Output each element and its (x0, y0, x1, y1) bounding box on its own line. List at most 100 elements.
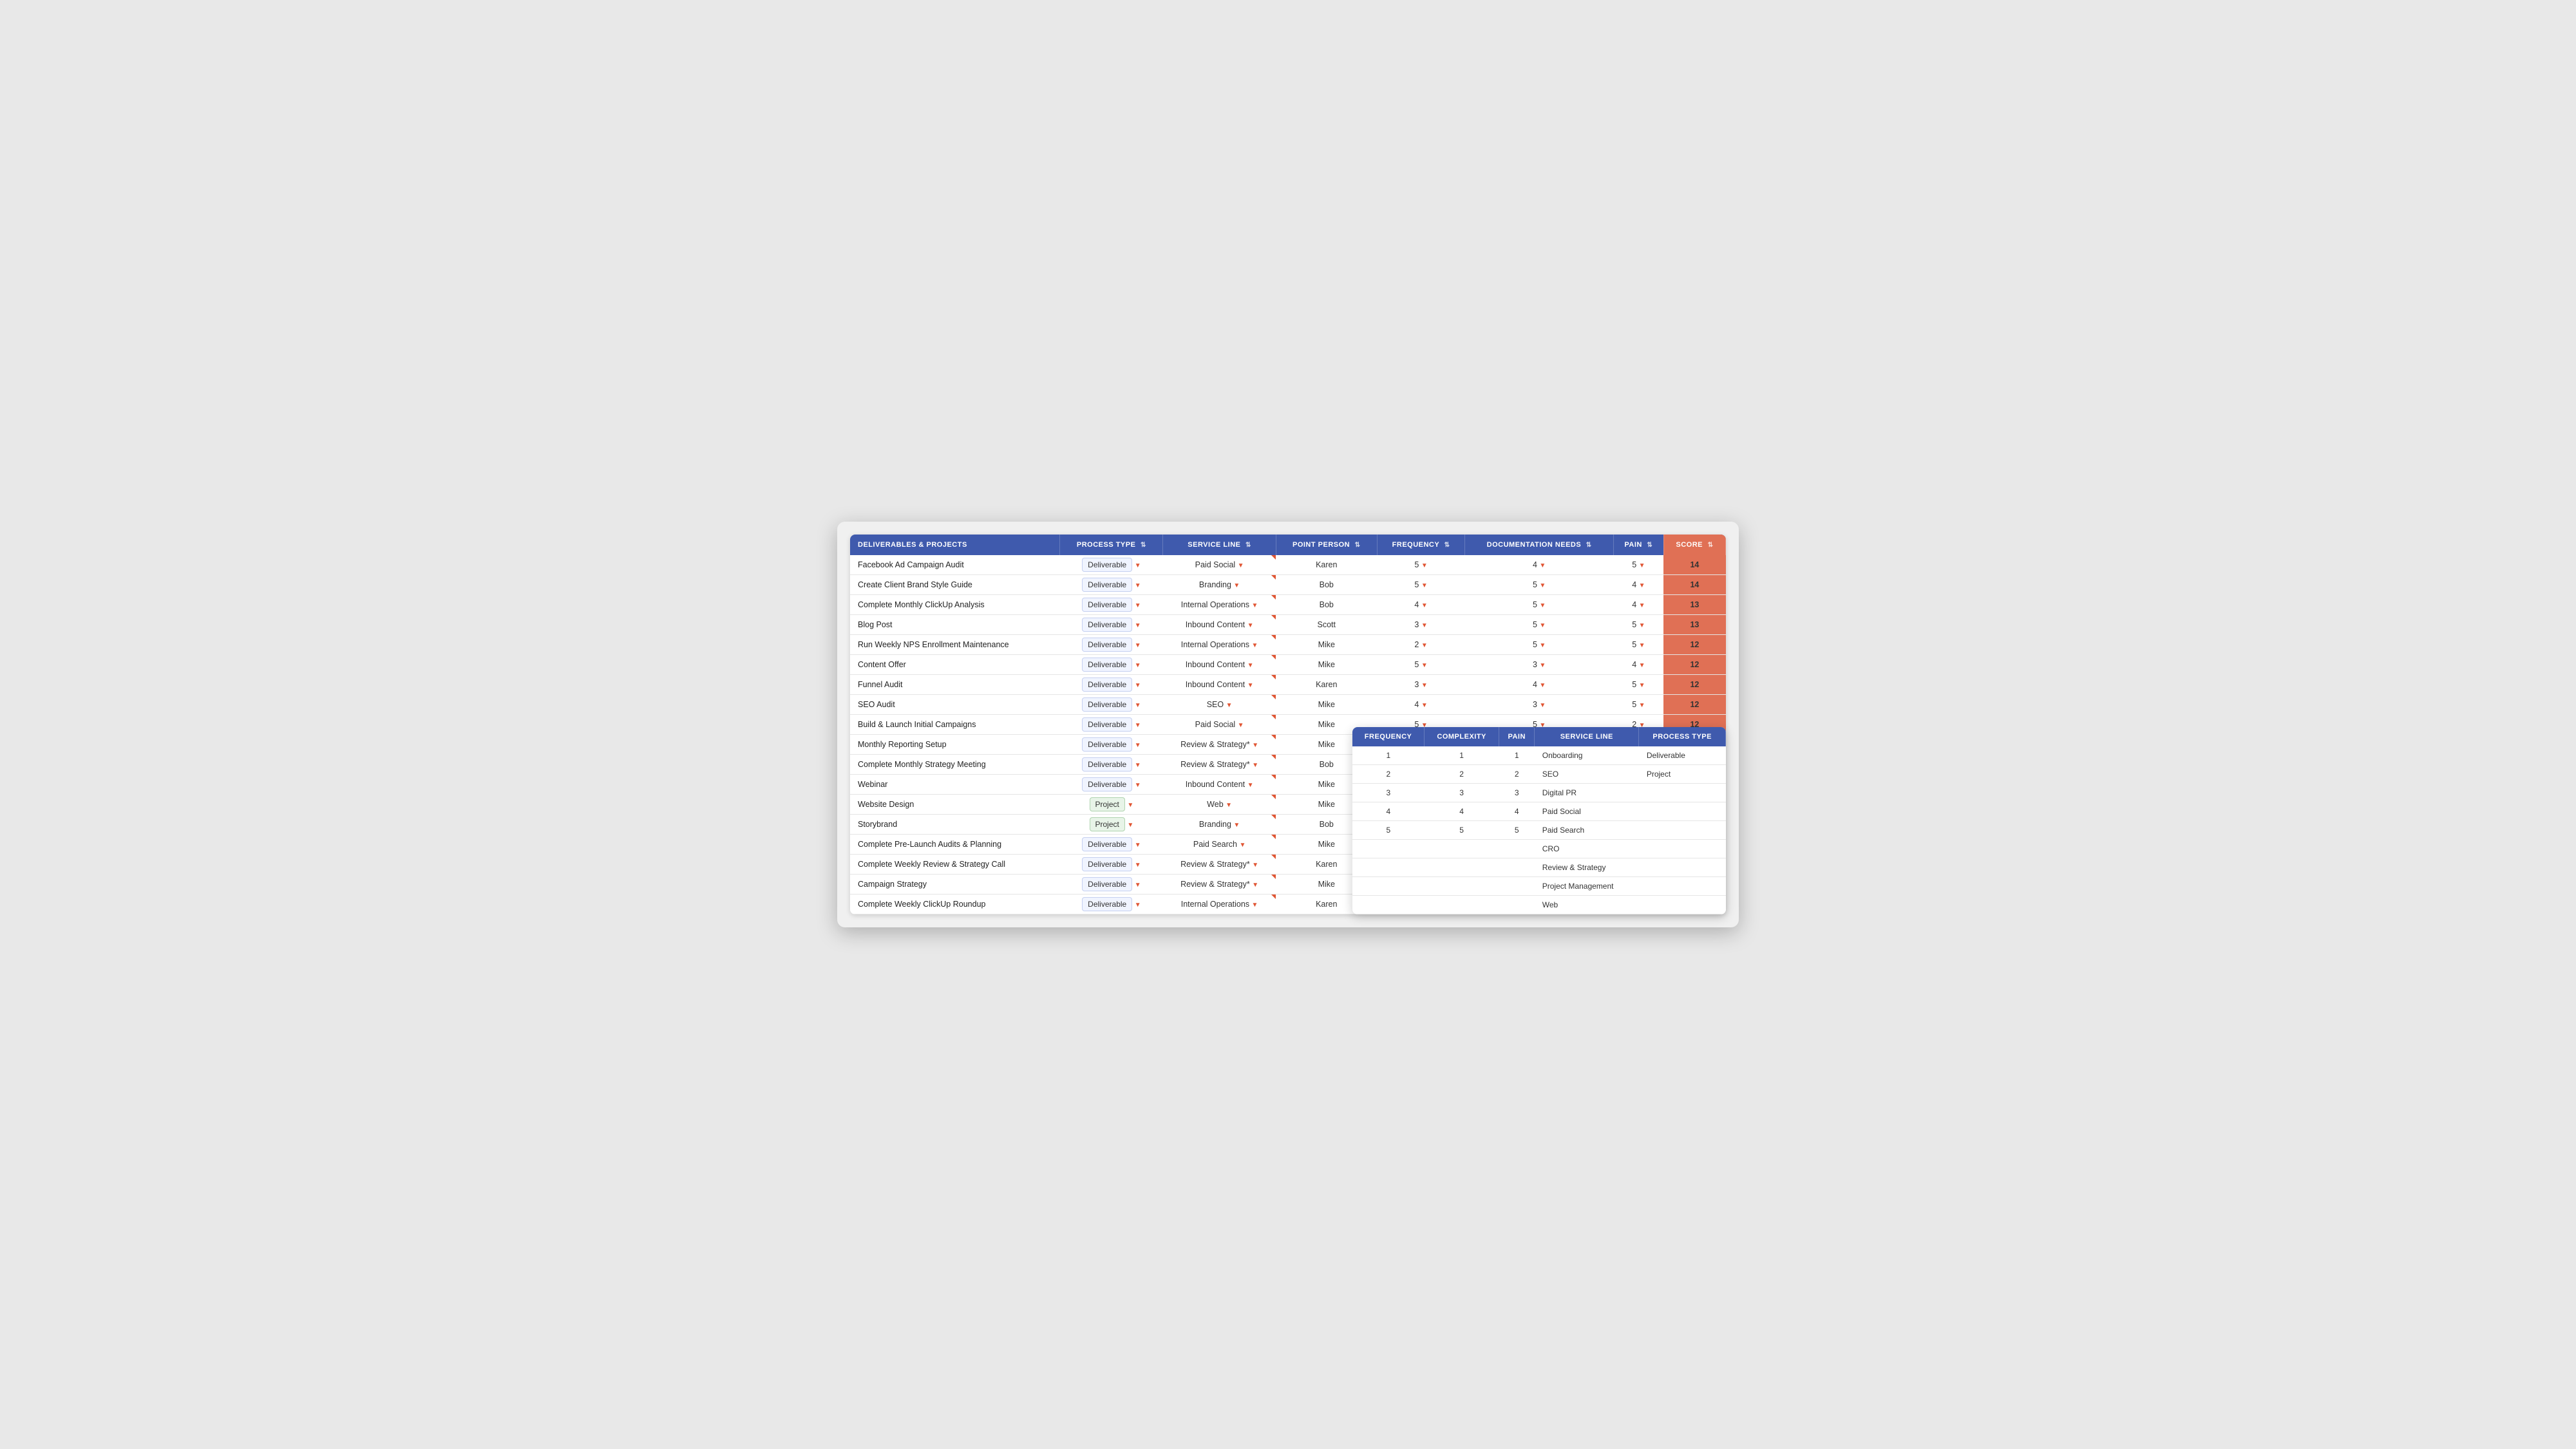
dropdown-arrow-process[interactable]: ▼ (1135, 722, 1141, 729)
dropdown-arrow-doc[interactable]: ▼ (1539, 662, 1546, 669)
dropdown-arrow-doc[interactable]: ▼ (1539, 682, 1546, 689)
cell-service-line: Inbound Content ▼ (1163, 675, 1276, 695)
cell-pain: 5 ▼ (1613, 615, 1663, 635)
col-header-point-person[interactable]: POINT PERSON ⇅ (1276, 535, 1377, 555)
dropdown-arrow-service[interactable]: ▼ (1247, 782, 1254, 789)
dropdown-arrow-freq[interactable]: ▼ (1421, 682, 1428, 689)
dropdown-arrow-process[interactable]: ▼ (1135, 682, 1141, 689)
dropdown-arrow-freq[interactable]: ▼ (1421, 662, 1428, 669)
cell-point-person: Mike (1276, 655, 1377, 675)
cell-name: Webinar (850, 775, 1060, 795)
filter-icon-freq[interactable]: ⇅ (1444, 542, 1450, 549)
cell-service-line: Review & Strategy* ▼ (1163, 855, 1276, 875)
dropdown-arrow-service[interactable]: ▼ (1252, 602, 1258, 609)
dropdown-arrow-process[interactable]: ▼ (1135, 782, 1141, 789)
dropdown-arrow-service[interactable]: ▼ (1252, 882, 1258, 889)
dropdown-arrow-pain[interactable]: ▼ (1639, 642, 1645, 649)
dropdown-arrow-pain[interactable]: ▼ (1639, 702, 1645, 709)
dropdown-arrow-service[interactable]: ▼ (1233, 582, 1240, 589)
popup-cell-complexity (1425, 877, 1499, 896)
dropdown-arrow-process[interactable]: ▼ (1135, 642, 1141, 649)
dropdown-arrow-freq[interactable]: ▼ (1421, 622, 1428, 629)
popup-col-complexity: COMPLEXITY (1425, 727, 1499, 746)
popup-cell-process-type: Deliverable (1639, 746, 1726, 765)
dropdown-arrow-process[interactable]: ▼ (1135, 662, 1141, 669)
cell-point-person: Karen (1276, 555, 1377, 575)
dropdown-arrow-process[interactable]: ▼ (1135, 562, 1141, 569)
dropdown-arrow-freq[interactable]: ▼ (1421, 702, 1428, 709)
col-header-deliverables[interactable]: DELIVERABLES & PROJECTS (850, 535, 1060, 555)
col-header-service-line[interactable]: SERVICE LINE ⇅ (1163, 535, 1276, 555)
dropdown-arrow-service[interactable]: ▼ (1252, 642, 1258, 649)
dropdown-arrow-freq[interactable]: ▼ (1421, 582, 1428, 589)
dropdown-arrow-doc[interactable]: ▼ (1539, 642, 1546, 649)
dropdown-arrow-service[interactable]: ▼ (1233, 822, 1240, 829)
cell-point-person: Bob (1276, 595, 1377, 615)
dropdown-arrow-service[interactable]: ▼ (1247, 682, 1254, 689)
dropdown-arrow-process[interactable]: ▼ (1135, 882, 1141, 889)
filter-icon-service[interactable]: ⇅ (1245, 542, 1251, 549)
col-header-doc-needs[interactable]: DOCUMENTATION NEEDS ⇅ (1465, 535, 1613, 555)
process-type-tag: Deliverable (1082, 578, 1132, 592)
col-header-score[interactable]: SCORE ⇅ (1663, 535, 1725, 555)
dropdown-arrow-pain[interactable]: ▼ (1639, 582, 1645, 589)
dropdown-arrow-pain[interactable]: ▼ (1639, 682, 1645, 689)
dropdown-arrow-freq[interactable]: ▼ (1421, 602, 1428, 609)
dropdown-arrow-service[interactable]: ▼ (1226, 802, 1232, 809)
dropdown-arrow-process[interactable]: ▼ (1127, 822, 1133, 829)
popup-cell-service-line: Onboarding (1535, 746, 1639, 765)
dropdown-arrow-process[interactable]: ▼ (1135, 762, 1141, 769)
popup-cell-pain (1499, 877, 1535, 896)
dropdown-arrow-process[interactable]: ▼ (1135, 702, 1141, 709)
dropdown-arrow-doc[interactable]: ▼ (1539, 622, 1546, 629)
filter-icon-person[interactable]: ⇅ (1355, 542, 1361, 549)
dropdown-arrow-freq[interactable]: ▼ (1421, 642, 1428, 649)
popup-cell-service-line: SEO (1535, 765, 1639, 784)
dropdown-arrow-service[interactable]: ▼ (1252, 762, 1258, 769)
col-header-frequency[interactable]: FREQUENCY ⇅ (1377, 535, 1465, 555)
cell-score: 12 (1663, 655, 1725, 675)
dropdown-arrow-doc[interactable]: ▼ (1539, 702, 1546, 709)
col-header-pain[interactable]: PAIN ⇅ (1613, 535, 1663, 555)
dropdown-arrow-doc[interactable]: ▼ (1539, 602, 1546, 609)
dropdown-arrow-process[interactable]: ▼ (1135, 602, 1141, 609)
dropdown-arrow-pain[interactable]: ▼ (1639, 662, 1645, 669)
filter-icon-doc[interactable]: ⇅ (1586, 542, 1592, 549)
dropdown-arrow-process[interactable]: ▼ (1135, 842, 1141, 849)
dropdown-arrow-service[interactable]: ▼ (1239, 842, 1245, 849)
cell-name: Complete Weekly Review & Strategy Call (850, 855, 1060, 875)
dropdown-arrow-service[interactable]: ▼ (1247, 662, 1254, 669)
dropdown-arrow-process[interactable]: ▼ (1135, 862, 1141, 869)
filter-icon-pain[interactable]: ⇅ (1647, 542, 1653, 549)
popup-table-row: 5 5 5 Paid Search (1352, 821, 1726, 840)
dropdown-arrow-freq[interactable]: ▼ (1421, 562, 1428, 569)
filter-icon-score[interactable]: ⇅ (1708, 542, 1714, 549)
dropdown-arrow-service[interactable]: ▼ (1252, 862, 1258, 869)
dropdown-arrow-service[interactable]: ▼ (1226, 702, 1233, 709)
dropdown-arrow-service[interactable]: ▼ (1247, 622, 1254, 629)
cell-name: Storybrand (850, 815, 1060, 835)
cell-doc-needs: 4 ▼ (1465, 675, 1613, 695)
cell-doc-needs: 4 ▼ (1465, 555, 1613, 575)
cell-name: Complete Monthly ClickUp Analysis (850, 595, 1060, 615)
dropdown-arrow-service[interactable]: ▼ (1252, 902, 1258, 909)
cell-process-type: Deliverable ▼ (1060, 595, 1163, 615)
dropdown-arrow-process[interactable]: ▼ (1127, 802, 1133, 809)
cell-process-type: Deliverable ▼ (1060, 755, 1163, 775)
dropdown-arrow-doc[interactable]: ▼ (1539, 562, 1546, 569)
filter-icon-process[interactable]: ⇅ (1141, 542, 1146, 549)
dropdown-arrow-process[interactable]: ▼ (1135, 902, 1141, 909)
dropdown-arrow-service[interactable]: ▼ (1252, 742, 1258, 749)
cell-pain: 5 ▼ (1613, 675, 1663, 695)
popup-cell-complexity: 5 (1425, 821, 1499, 840)
dropdown-arrow-process[interactable]: ▼ (1135, 622, 1141, 629)
dropdown-arrow-pain[interactable]: ▼ (1639, 562, 1645, 569)
dropdown-arrow-service[interactable]: ▼ (1238, 562, 1244, 569)
dropdown-arrow-process[interactable]: ▼ (1135, 582, 1141, 589)
dropdown-arrow-pain[interactable]: ▼ (1639, 602, 1645, 609)
dropdown-arrow-service[interactable]: ▼ (1238, 722, 1244, 729)
dropdown-arrow-pain[interactable]: ▼ (1639, 622, 1645, 629)
dropdown-arrow-doc[interactable]: ▼ (1539, 582, 1546, 589)
col-header-process-type[interactable]: PROCESS TYPE ⇅ (1060, 535, 1163, 555)
dropdown-arrow-process[interactable]: ▼ (1135, 742, 1141, 749)
